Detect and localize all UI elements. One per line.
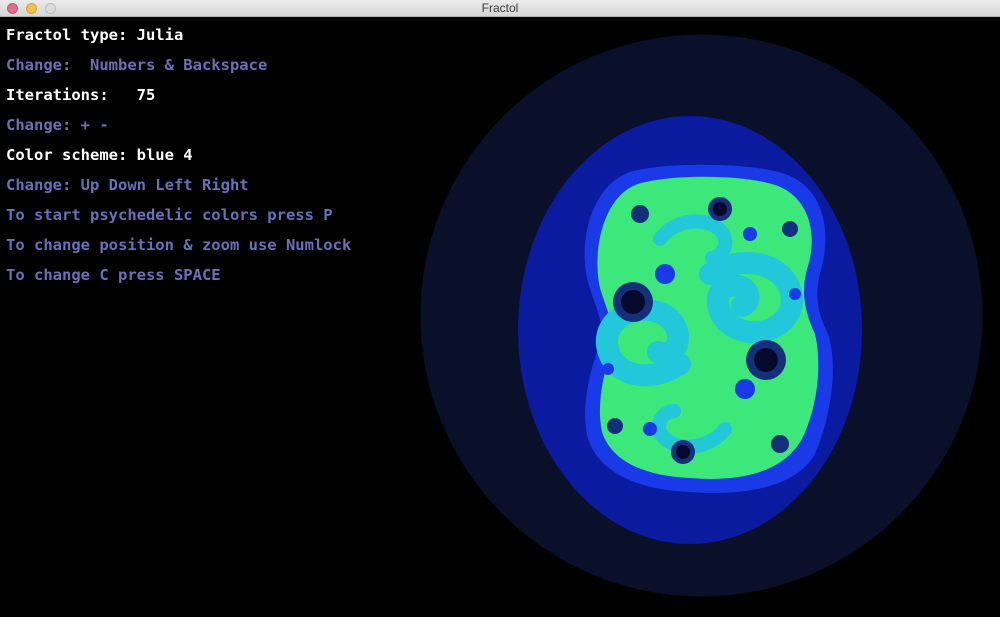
hud-color-scheme: Color scheme: blue 4 bbox=[6, 146, 193, 164]
fractal-lobe-1 bbox=[655, 264, 675, 284]
hud-change-c-hint: To change C press SPACE bbox=[6, 266, 221, 284]
hud-change-type-hint: Change: Numbers & Backspace bbox=[6, 56, 268, 74]
hud-iterations: Iterations: 75 bbox=[6, 86, 156, 104]
fractal-core-right-center bbox=[754, 348, 778, 372]
fractal-core-bottom-center bbox=[676, 445, 690, 459]
fractal-lobe-3 bbox=[743, 227, 757, 241]
hud-position-zoom-hint: To change position & zoom use Numlock bbox=[6, 236, 352, 254]
fractal-canvas[interactable]: Fractol type: Julia Change: Numbers & Ba… bbox=[0, 17, 1000, 617]
fractal-core-lower-left bbox=[607, 418, 623, 434]
fractal-core-lower-right bbox=[771, 435, 789, 453]
fractal-core-top-center bbox=[713, 202, 727, 216]
fractal-lobe-4 bbox=[643, 422, 657, 436]
window-title: Fractol bbox=[481, 1, 519, 15]
hud-overlay: Fractol type: Julia Change: Numbers & Ba… bbox=[6, 17, 351, 284]
julia-fractal-image bbox=[420, 34, 983, 597]
fractal-core-upper-left bbox=[631, 205, 649, 223]
hud-change-iter-hint: Change: + - bbox=[6, 116, 109, 134]
fractal-lobe-6 bbox=[602, 363, 614, 375]
hud-fractal-type: Fractol type: Julia bbox=[6, 26, 184, 44]
fractal-core-upper-right bbox=[782, 221, 798, 237]
app-window: Fractol Fractol type: Julia Change: Numb… bbox=[0, 0, 1000, 617]
fractal-lobe-2 bbox=[735, 379, 755, 399]
hud-psychedelic-hint: To start psychedelic colors press P bbox=[6, 206, 333, 224]
fractal-lobe-5 bbox=[789, 288, 801, 300]
hud-change-color-hint: Change: Up Down Left Right bbox=[6, 176, 249, 194]
fractal-core-left-center bbox=[621, 290, 645, 314]
title-bar[interactable]: Fractol bbox=[0, 0, 1000, 17]
